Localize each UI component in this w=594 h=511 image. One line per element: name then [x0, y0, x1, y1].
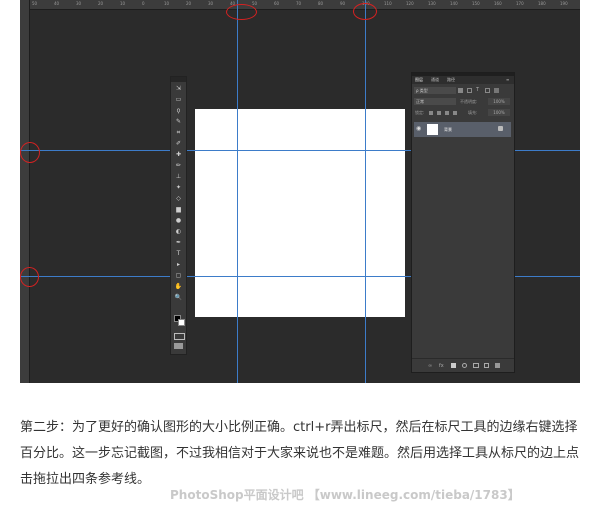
brush-icon[interactable]: ✏: [174, 162, 183, 170]
ruler-tick-label: 20: [186, 1, 192, 6]
quick-mask-icon[interactable]: [174, 333, 185, 340]
tab-channels[interactable]: 通道: [431, 76, 439, 84]
ruler-tick-label: 10: [164, 1, 170, 6]
smart-object-filter-icon[interactable]: [494, 88, 499, 93]
adjustment-layer-icon[interactable]: [462, 363, 467, 368]
lock-icons[interactable]: [429, 111, 463, 115]
pen-icon[interactable]: ✒: [174, 239, 183, 247]
annotation-circle-ruler-top-1: [226, 4, 257, 20]
ruler-tick-label: 120: [406, 1, 414, 6]
ruler-tick-label: 180: [538, 1, 546, 6]
annotation-circle-ruler-left-2: [20, 267, 39, 287]
opacity-label: 不透明度:: [460, 99, 478, 104]
trash-icon[interactable]: [495, 363, 500, 368]
fill-label: 填充:: [468, 110, 478, 115]
tools-panel: ⇲ ▭ ϙ ✎ ⌗ ✐ ✚ ✏ ⊥ ✦ ◇ ▆ ● ◐ ✒ T ▸ ▢ ✋ 🔍: [170, 76, 187, 355]
ruler-tick-label: 150: [472, 1, 480, 6]
type-icon[interactable]: T: [174, 250, 183, 258]
marquee-icon[interactable]: ▭: [174, 96, 183, 104]
ruler-tick-label: 20: [98, 1, 104, 6]
ruler-tick-label: 30: [76, 1, 82, 6]
lock-position-icon[interactable]: [445, 111, 449, 115]
ruler-tick-label: 60: [274, 1, 280, 6]
shape-filter-icon[interactable]: [485, 88, 490, 93]
opacity-field[interactable]: 100%: [488, 98, 510, 105]
pixel-filter-icon[interactable]: [458, 88, 463, 93]
tutorial-caption: 第二步：为了更好的确认图形的大小比例正确。ctrl+r弄出标尺，然后在标尺工具的…: [20, 420, 580, 487]
photoshop-screenshot: 5040302010010203040506070809010011012013…: [20, 0, 580, 383]
annotation-circle-ruler-top-2: [353, 3, 377, 20]
layer-kind-filter[interactable]: ρ 类型: [414, 87, 456, 94]
ruler-tick-label: 140: [450, 1, 458, 6]
lock-transparent-icon[interactable]: [429, 111, 433, 115]
lock-all-icon[interactable]: [453, 111, 457, 115]
panel-menu-icon[interactable]: ≡: [506, 76, 509, 84]
history-brush-icon[interactable]: ✦: [174, 184, 183, 192]
document-canvas[interactable]: [195, 109, 405, 317]
link-layers-icon[interactable]: ∞: [428, 363, 432, 369]
ruler-tick-label: 10: [120, 1, 126, 6]
new-group-icon[interactable]: [473, 363, 479, 368]
panel-tabs: 图层 通道 路径 ≡: [412, 76, 514, 84]
ruler-tick-label: 80: [318, 1, 324, 6]
ruler-tick-label: 160: [494, 1, 502, 6]
blur-icon[interactable]: ●: [174, 217, 183, 225]
annotation-circle-ruler-left-1: [20, 142, 40, 163]
dodge-icon[interactable]: ◐: [174, 228, 183, 236]
shape-icon[interactable]: ▢: [174, 272, 183, 280]
move-icon[interactable]: ⇲: [174, 85, 183, 93]
new-layer-icon[interactable]: [484, 363, 489, 368]
add-mask-icon[interactable]: [451, 363, 456, 368]
zoom-icon[interactable]: 🔍: [174, 294, 183, 302]
ruler-tick-label: 90: [340, 1, 346, 6]
ruler-tick-label: 70: [296, 1, 302, 6]
stamp-icon[interactable]: ⊥: [174, 173, 183, 181]
lock-label: 锁定:: [415, 110, 425, 115]
gradient-icon[interactable]: ▆: [174, 206, 183, 214]
visibility-eye-icon[interactable]: ◉: [416, 125, 421, 133]
watermark: PhotoShop平面设计吧 【www.lineeg.com/tieba/178…: [170, 488, 520, 502]
tab-paths[interactable]: 路径: [447, 76, 455, 84]
quick-select-icon[interactable]: ✎: [174, 118, 183, 126]
tab-layers[interactable]: 图层: [415, 76, 423, 84]
layer-style-icon[interactable]: fx: [439, 363, 444, 369]
healing-icon[interactable]: ✚: [174, 151, 183, 159]
eraser-icon[interactable]: ◇: [174, 195, 183, 203]
path-select-icon[interactable]: ▸: [174, 261, 183, 269]
layer-name[interactable]: 背景: [444, 125, 452, 134]
layer-row-background[interactable]: ◉ 背景: [414, 122, 511, 137]
vertical-guide-right[interactable]: [365, 0, 366, 383]
screen-mode-icon[interactable]: [174, 343, 183, 349]
layers-footer: ∞ fx: [412, 358, 514, 371]
hand-icon[interactable]: ✋: [174, 283, 183, 291]
type-filter-icon[interactable]: T: [476, 87, 479, 93]
ruler-tick-label: 30: [208, 1, 214, 6]
crop-icon[interactable]: ⌗: [174, 129, 183, 137]
background-color-swatch[interactable]: [178, 319, 185, 326]
ruler-tick-label: 190: [560, 1, 568, 6]
tools-panel-header[interactable]: [171, 77, 186, 82]
lock-pixels-icon[interactable]: [437, 111, 441, 115]
ruler-tick-label: 50: [252, 1, 258, 6]
ruler-tick-label: 170: [516, 1, 524, 6]
ruler-tick-label: 110: [384, 1, 392, 6]
adjustment-filter-icon[interactable]: [467, 88, 472, 93]
ruler-tick-label: 40: [54, 1, 60, 6]
lasso-icon[interactable]: ϙ: [174, 107, 183, 115]
layer-thumbnail: [427, 124, 438, 135]
ruler-tick-label: 50: [32, 1, 38, 6]
fill-field[interactable]: 100%: [488, 109, 510, 116]
layers-panel: 图层 通道 路径 ≡ ρ 类型 T 正常 不透明度: 100% 锁定: 填充: …: [411, 72, 515, 373]
vertical-guide-left[interactable]: [237, 0, 238, 383]
top-ruler[interactable]: 5040302010010203040506070809010011012013…: [20, 0, 580, 10]
ruler-tick-label: 0: [142, 1, 145, 6]
filter-icons[interactable]: T: [458, 87, 510, 93]
layer-lock-icon: [498, 126, 503, 131]
left-ruler[interactable]: [20, 0, 30, 383]
ruler-tick-label: 130: [428, 1, 436, 6]
eyedropper-icon[interactable]: ✐: [174, 140, 183, 148]
blend-mode-select[interactable]: 正常: [414, 98, 456, 105]
